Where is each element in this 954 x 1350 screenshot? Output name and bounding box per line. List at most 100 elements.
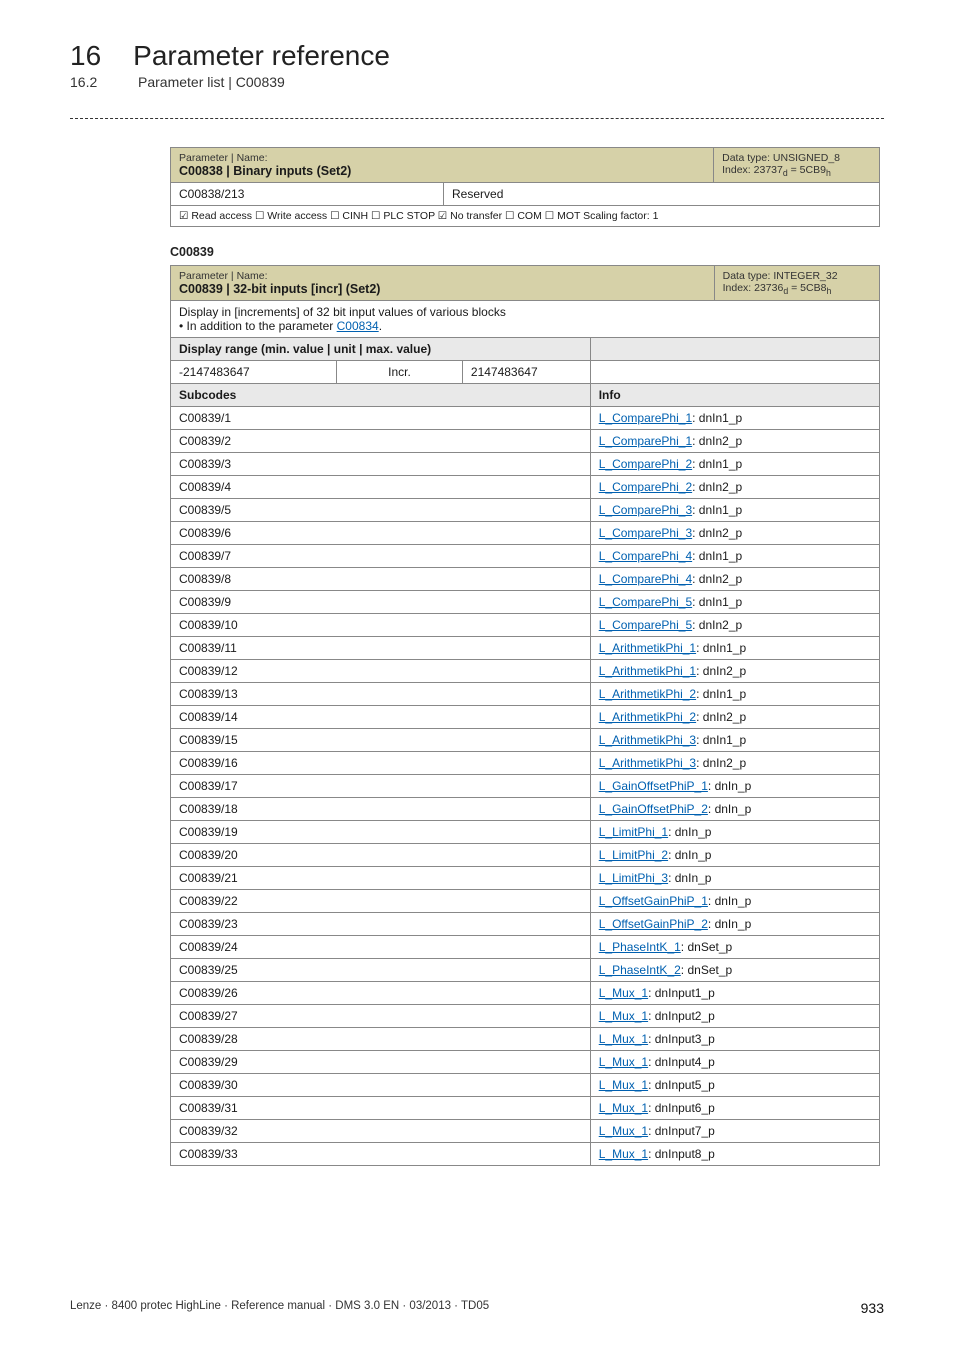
fb-link[interactable]: L_Mux_1 <box>599 1101 648 1115</box>
table-row: C00839/3L_ComparePhi_2: dnIn1_p <box>171 453 880 476</box>
info-cell: L_ComparePhi_4: dnIn2_p <box>590 568 879 591</box>
subcode-cell: C00839/23 <box>171 913 591 936</box>
subcode-cell: C00839/6 <box>171 522 591 545</box>
fb-suffix: : dnIn_p <box>708 802 751 816</box>
fb-link[interactable]: L_ComparePhi_4 <box>599 572 692 586</box>
fb-link[interactable]: L_ArithmetikPhi_2 <box>599 710 696 724</box>
info-cell: L_ArithmetikPhi_2: dnIn2_p <box>590 706 879 729</box>
fb-link[interactable]: L_ComparePhi_5 <box>599 618 692 632</box>
table-row: C00839/25L_PhaseIntK_2: dnSet_p <box>171 959 880 982</box>
fb-suffix: : dnIn_p <box>668 848 711 862</box>
fb-link[interactable]: L_PhaseIntK_1 <box>599 940 681 954</box>
fb-suffix: : dnIn_p <box>668 871 711 885</box>
fb-suffix: : dnIn_p <box>708 917 751 931</box>
fb-link[interactable]: L_Mux_1 <box>599 1009 648 1023</box>
fb-link[interactable]: L_ComparePhi_3 <box>599 503 692 517</box>
fb-link[interactable]: L_ComparePhi_2 <box>599 457 692 471</box>
subcode-cell: C00839/26 <box>171 982 591 1005</box>
fb-link[interactable]: L_ComparePhi_2 <box>599 480 692 494</box>
fb-link[interactable]: L_GainOffsetPhiP_2 <box>599 802 708 816</box>
fb-link[interactable]: L_ArithmetikPhi_1 <box>599 641 696 655</box>
subcode-cell: C00839/22 <box>171 890 591 913</box>
chapter-title: Parameter reference <box>133 40 390 72</box>
table-row: C00839/4L_ComparePhi_2: dnIn2_p <box>171 476 880 499</box>
fb-link[interactable]: L_OffsetGainPhiP_1 <box>599 894 708 908</box>
info-cell: L_PhaseIntK_1: dnSet_p <box>590 936 879 959</box>
info-cell: L_ArithmetikPhi_1: dnIn1_p <box>590 637 879 660</box>
subcode-cell: C00839/4 <box>171 476 591 499</box>
subcode-cell: C00839/14 <box>171 706 591 729</box>
desc-line2-pre: • In addition to the parameter <box>179 319 337 333</box>
display-range-label: Display range (min. value | unit | max. … <box>171 338 591 361</box>
fb-suffix: : dnIn1_p <box>692 595 742 609</box>
fb-link[interactable]: L_ArithmetikPhi_2 <box>599 687 696 701</box>
table-row: C00839/29L_Mux_1: dnInput4_p <box>171 1051 880 1074</box>
fb-link[interactable]: L_Mux_1 <box>599 1124 648 1138</box>
info-cell: L_ComparePhi_1: dnIn1_p <box>590 407 879 430</box>
fb-link[interactable]: L_ArithmetikPhi_3 <box>599 733 696 747</box>
info-cell: L_Mux_1: dnInput4_p <box>590 1051 879 1074</box>
fb-link[interactable]: L_Mux_1 <box>599 1032 648 1046</box>
fb-link[interactable]: L_ArithmetikPhi_1 <box>599 664 696 678</box>
subcode-cell: C00839/33 <box>171 1143 591 1166</box>
info-cell: L_ArithmetikPhi_1: dnIn2_p <box>590 660 879 683</box>
subcodes-header: Subcodes <box>171 384 591 407</box>
fb-link[interactable]: L_ComparePhi_4 <box>599 549 692 563</box>
info-cell: L_LimitPhi_2: dnIn_p <box>590 844 879 867</box>
fb-link[interactable]: L_Mux_1 <box>599 986 648 1000</box>
fb-link[interactable]: L_LimitPhi_3 <box>599 871 668 885</box>
info-cell: L_ComparePhi_3: dnIn2_p <box>590 522 879 545</box>
table-row: C00839/22 L_OffsetGainPhiP_1: dnIn_p <box>171 890 880 913</box>
fb-suffix: : dnIn2_p <box>692 618 742 632</box>
info-cell: L_ComparePhi_3: dnIn1_p <box>590 499 879 522</box>
fb-link[interactable]: L_Mux_1 <box>599 1055 648 1069</box>
subcode-cell: C00839/24 <box>171 936 591 959</box>
table-row: C00839/12L_ArithmetikPhi_1: dnIn2_p <box>171 660 880 683</box>
subcode-cell: C00839/25 <box>171 959 591 982</box>
subcode-cell: C00839/10 <box>171 614 591 637</box>
subcode-cell: C00839/9 <box>171 591 591 614</box>
subcode-cell: C00838/213 <box>171 183 444 206</box>
fb-link[interactable]: L_ComparePhi_1 <box>599 411 692 425</box>
table-row: C00839/24L_PhaseIntK_1: dnSet_p <box>171 936 880 959</box>
fb-suffix: : dnIn_p <box>708 894 751 908</box>
info-cell: L_Mux_1: dnInput8_p <box>590 1143 879 1166</box>
table-row: C00839/26L_Mux_1: dnInput1_p <box>171 982 880 1005</box>
fb-link[interactable]: L_OffsetGainPhiP_2 <box>599 917 708 931</box>
fb-suffix: : dnIn1_p <box>692 457 742 471</box>
table-row: C00839/23 L_OffsetGainPhiP_2: dnIn_p <box>171 913 880 936</box>
param-index: Index: 23736d = 5CB8h <box>723 282 832 294</box>
fb-suffix: : dnIn1_p <box>696 733 746 747</box>
fb-link[interactable]: L_ComparePhi_1 <box>599 434 692 448</box>
fb-suffix: : dnIn1_p <box>692 411 742 425</box>
info-cell: L_ComparePhi_4: dnIn1_p <box>590 545 879 568</box>
subcode-cell: C00839/15 <box>171 729 591 752</box>
param-name-label: Parameter | Name: <box>179 270 706 282</box>
fb-suffix: : dnIn1_p <box>696 641 746 655</box>
fb-suffix: : dnInput3_p <box>648 1032 715 1046</box>
table-row: C00839/27L_Mux_1: dnInput2_p <box>171 1005 880 1028</box>
info-cell: L_ComparePhi_2: dnIn1_p <box>590 453 879 476</box>
fb-link[interactable]: L_Mux_1 <box>599 1147 648 1161</box>
subcode-cell: C00839/8 <box>171 568 591 591</box>
fb-link[interactable]: L_ComparePhi_3 <box>599 526 692 540</box>
info-cell: L_ComparePhi_1: dnIn2_p <box>590 430 879 453</box>
fb-link[interactable]: L_ArithmetikPhi_3 <box>599 756 696 770</box>
fb-link[interactable]: L_LimitPhi_2 <box>599 848 668 862</box>
fb-link[interactable]: L_LimitPhi_1 <box>599 825 668 839</box>
info-cell: L_LimitPhi_3: dnIn_p <box>590 867 879 890</box>
footer-text: Lenze · 8400 protec HighLine · Reference… <box>70 1300 489 1316</box>
desc-link-c00834[interactable]: C00834 <box>337 319 379 333</box>
table-row: C00839/17L_GainOffsetPhiP_1: dnIn_p <box>171 775 880 798</box>
fb-link[interactable]: L_Mux_1 <box>599 1078 648 1092</box>
subcode-cell: C00839/21 <box>171 867 591 890</box>
info-cell: L_ComparePhi_5: dnIn1_p <box>590 591 879 614</box>
fb-link[interactable]: L_GainOffsetPhiP_1 <box>599 779 708 793</box>
fb-link[interactable]: L_PhaseIntK_2 <box>599 963 681 977</box>
param-name-value: C00839 | 32-bit inputs [incr] (Set2) <box>179 282 380 296</box>
subcode-cell: C00839/17 <box>171 775 591 798</box>
fb-link[interactable]: L_ComparePhi_5 <box>599 595 692 609</box>
fb-suffix: : dnInput6_p <box>648 1101 715 1115</box>
subcode-cell: C00839/29 <box>171 1051 591 1074</box>
info-cell: L_ComparePhi_5: dnIn2_p <box>590 614 879 637</box>
